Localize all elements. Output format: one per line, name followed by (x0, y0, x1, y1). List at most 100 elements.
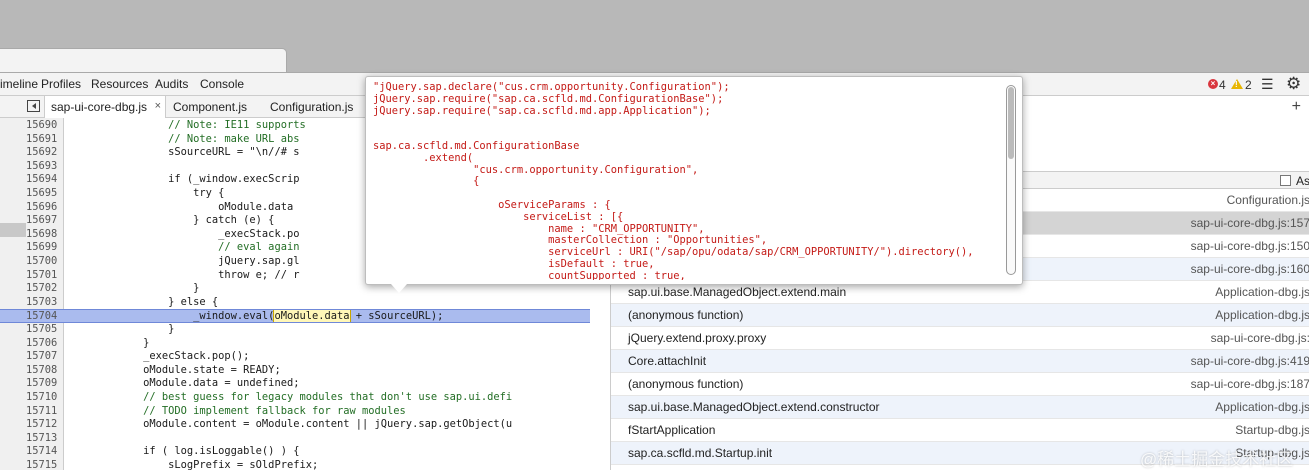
call-frame[interactable]: (anonymous function) sap-ui-core-dbg.js:1… (611, 373, 1309, 396)
drawer-toggle-icon[interactable]: ☰ (1261, 76, 1274, 93)
code-text: // best guess for legacy modules that do… (68, 391, 513, 403)
tab-console[interactable]: Console (200, 77, 244, 91)
code-text: } (68, 336, 150, 349)
line-number[interactable]: 15702 (26, 282, 62, 296)
code-line[interactable]: 15703 } else { (0, 296, 590, 310)
code-text: } else { (68, 295, 219, 308)
tab-profiles[interactable]: Profiles (41, 77, 81, 91)
popover-line: countSupported : true, (373, 269, 686, 280)
line-number[interactable]: 15694 (26, 173, 62, 187)
call-frame-location[interactable]: Application-dbg.js (1215, 400, 1309, 414)
call-frame-function: fStartApplication (628, 423, 716, 437)
call-frame-location[interactable]: sap-ui-core-dbg.js:187 (1191, 377, 1309, 391)
line-number[interactable]: 15693 (26, 160, 62, 174)
code-line[interactable]: 15714 if ( log.isLoggable() ) { (0, 445, 590, 459)
warning-count[interactable]: 2 (1245, 78, 1252, 92)
tab-resources[interactable]: Resources (91, 77, 148, 91)
code-line[interactable]: 15709 oModule.data = undefined; (0, 377, 590, 391)
call-frame-function: Core.attachInit (628, 354, 707, 368)
call-frame-location[interactable]: sap-ui-core-dbg.js:157 (1191, 216, 1309, 230)
code-line[interactable]: 15715 sLogPrefix = sOldPrefix; (0, 459, 590, 470)
code-text: } catch (e) { (68, 214, 275, 227)
line-number[interactable]: 15691 (26, 133, 62, 147)
code-line[interactable]: 15713 (0, 432, 590, 446)
async-checkbox[interactable] (1280, 175, 1291, 186)
call-frame-location[interactable]: sap-ui-core-dbg.js:419 (1191, 354, 1309, 368)
code-line[interactable]: 15710 // best guess for legacy modules t… (0, 391, 590, 405)
line-number[interactable]: 15706 (26, 337, 62, 351)
value-popover: "jQuery.sap.declare("cus.crm.opportunity… (365, 76, 1023, 285)
call-frame-function: sap.ui.base.ManagedObject.extend.main (628, 285, 847, 299)
highlighted-code-line[interactable]: 15704 _window.eval(oModule.data + sSourc… (0, 309, 590, 323)
error-icon[interactable]: × (1208, 79, 1218, 89)
line-number[interactable]: 15692 (26, 146, 62, 160)
code-line[interactable]: 15708 oModule.state = READY; (0, 364, 590, 378)
call-frame-function: jQuery.extend.proxy.proxy (628, 331, 767, 345)
call-frame-location[interactable]: Application-dbg.js (1215, 308, 1309, 322)
code-line[interactable]: 15705 } (0, 323, 590, 337)
popover-content[interactable]: "jQuery.sap.declare("cus.crm.opportunity… (366, 77, 996, 280)
close-icon[interactable]: × (155, 100, 161, 112)
call-frame-function: (anonymous function) (628, 377, 744, 391)
code-segment: _window.eval( (68, 310, 275, 323)
code-text: if ( log.isLoggable() ) { (68, 445, 300, 458)
call-frame-location[interactable]: sap-ui-core-dbg.js: (1211, 331, 1309, 345)
call-frame-location[interactable]: Configuration.js (1227, 193, 1309, 207)
line-number[interactable]: 15713 (26, 432, 62, 446)
add-watch-icon[interactable]: + (1292, 98, 1301, 116)
line-number[interactable]: 15707 (26, 350, 62, 364)
browser-chrome (0, 0, 1309, 72)
call-frame[interactable]: (anonymous function) Application-dbg.js (611, 304, 1309, 327)
line-number[interactable]: 15708 (26, 364, 62, 378)
code-text: // TODO implement fallback for raw modul… (68, 404, 406, 417)
code-line[interactable]: 15712 oModule.content = oModule.content … (0, 418, 590, 432)
gear-icon[interactable]: ⚙ (1286, 74, 1301, 94)
line-number[interactable]: 15709 (26, 377, 62, 391)
line-number[interactable]: 15695 (26, 187, 62, 201)
code-line[interactable]: 15711 // TODO implement fallback for raw… (0, 405, 590, 419)
call-frame-location[interactable]: Application-dbg.js (1215, 285, 1309, 299)
call-frame[interactable]: sap.ui.base.ManagedObject.extend.constru… (611, 396, 1309, 419)
browser-tab[interactable] (0, 48, 287, 72)
call-frame-location[interactable]: Startup-dbg.js (1235, 423, 1309, 437)
line-number[interactable]: 15701 (26, 269, 62, 283)
line-number[interactable]: 15704 (26, 310, 62, 322)
error-count[interactable]: 4 (1219, 78, 1226, 92)
tab-timeline[interactable]: imeline (0, 77, 38, 91)
tab-audits[interactable]: Audits (155, 77, 188, 91)
line-number[interactable]: 15696 (26, 201, 62, 215)
navigator-toggle-icon[interactable] (27, 100, 40, 112)
code-line[interactable]: 15707 _execStack.pop(); (0, 350, 590, 364)
hovered-expression[interactable]: oModule.data (273, 310, 351, 323)
line-number[interactable]: 15700 (26, 255, 62, 269)
file-tab-sap-ui-core[interactable]: sap-ui-core-dbg.js × (44, 96, 166, 118)
code-text: oModule.data (68, 200, 294, 213)
call-frame[interactable]: jQuery.extend.proxy.proxy sap-ui-core-dbg… (611, 327, 1309, 350)
code-text: jQuery.sap.gl (68, 255, 300, 267)
line-number[interactable]: 15710 (26, 391, 62, 405)
status-area: × 4 ! 2 ☰ ⚙ (1189, 73, 1309, 96)
file-tab-label: sap-ui-core-dbg.js (51, 100, 148, 114)
file-tab-configuration[interactable]: Configuration.js (264, 96, 359, 118)
line-number[interactable]: 15703 (26, 296, 62, 310)
popover-scroll-thumb[interactable] (1008, 87, 1014, 159)
line-number[interactable]: 15690 (26, 119, 62, 133)
line-number[interactable]: 15712 (26, 418, 62, 432)
code-text: _window.eval(oModule.data + sSourceURL); (68, 310, 443, 323)
call-frame[interactable]: fStartApplication Startup-dbg.js (611, 419, 1309, 442)
code-text: try { (68, 187, 225, 199)
line-number[interactable]: 15697 (26, 214, 62, 228)
file-tab-component[interactable]: Component.js (167, 96, 253, 118)
call-frame[interactable]: Core.attachInit sap-ui-core-dbg.js:419 (611, 350, 1309, 373)
call-frame-function: (anonymous function) (628, 308, 744, 322)
line-number[interactable]: 15711 (26, 405, 62, 419)
line-number[interactable]: 15699 (26, 241, 62, 255)
call-frame-location[interactable]: sap-ui-core-dbg.js:160 (1191, 262, 1309, 276)
line-number[interactable]: 15698 (26, 228, 62, 242)
popover-scrollbar[interactable] (1006, 85, 1016, 275)
code-line[interactable]: 15706 } (0, 337, 590, 351)
line-number[interactable]: 15705 (26, 323, 62, 337)
call-frame-location[interactable]: sap-ui-core-dbg.js:150 (1191, 239, 1309, 253)
line-number[interactable]: 15715 (26, 459, 62, 470)
line-number[interactable]: 15714 (26, 445, 62, 459)
